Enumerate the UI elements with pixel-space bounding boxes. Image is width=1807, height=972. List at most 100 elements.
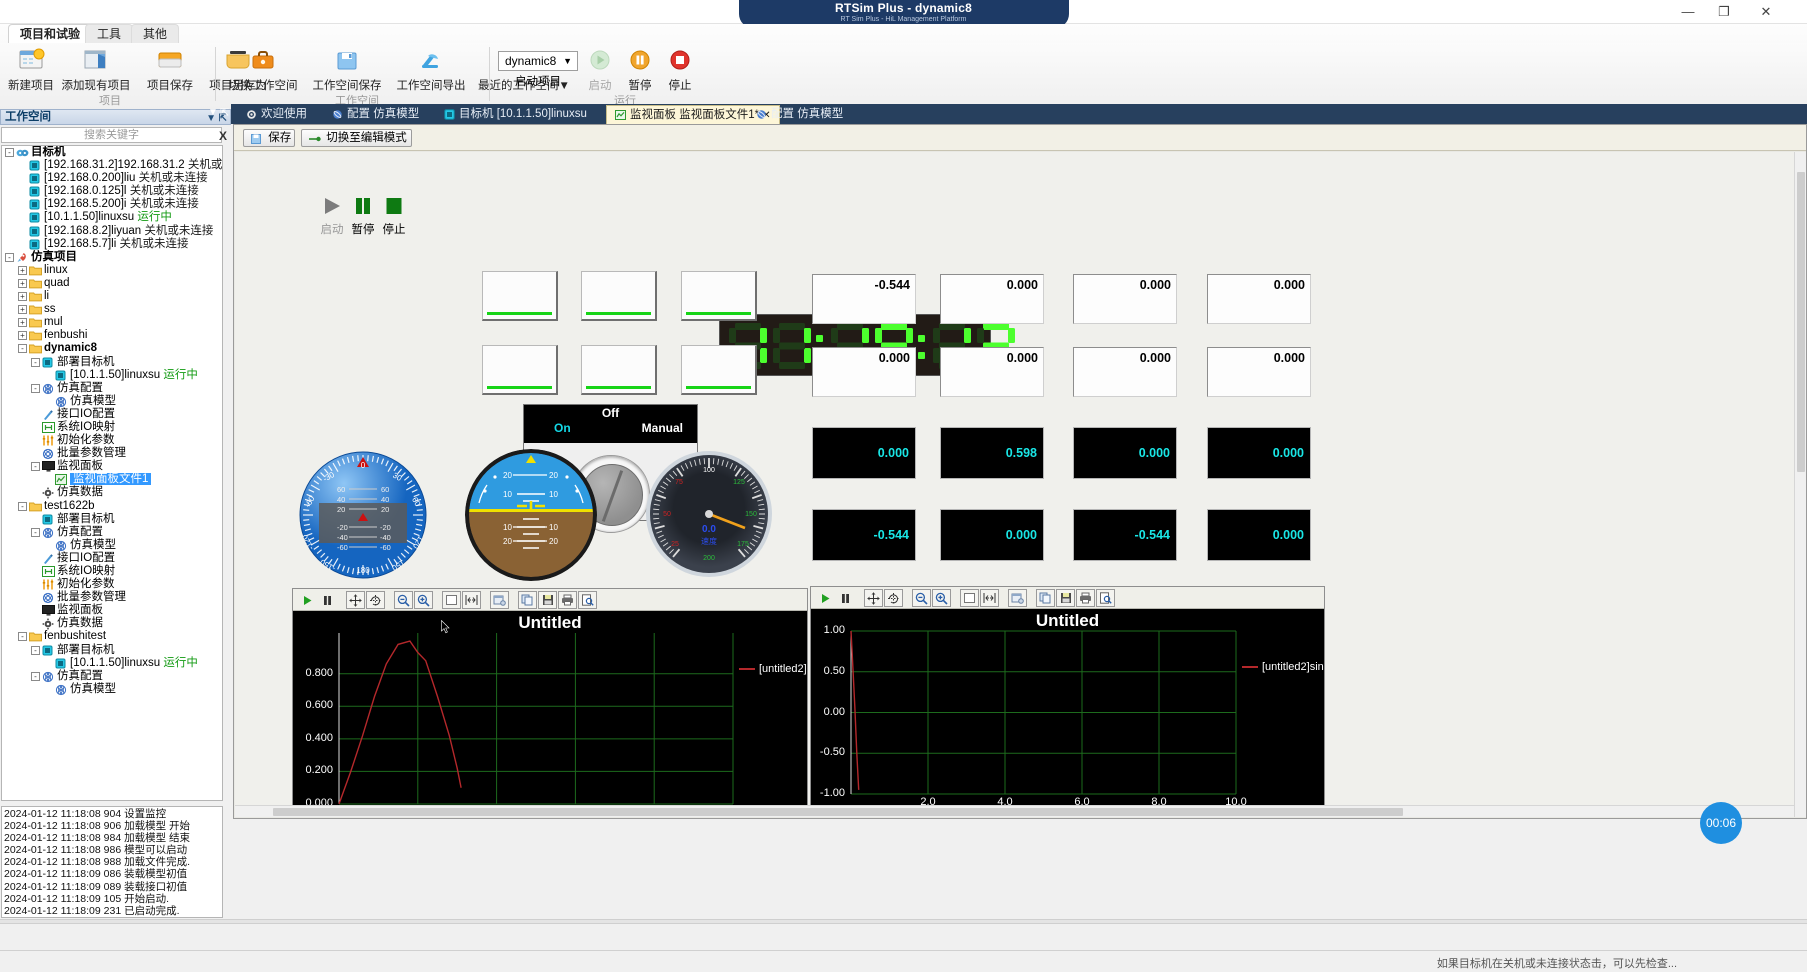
tree-item-linux[interactable]: +linux (2, 264, 222, 277)
panel-vscroll-thumb[interactable] (1797, 172, 1805, 472)
zoom-in-icon[interactable] (932, 589, 951, 607)
preview-icon[interactable] (578, 591, 597, 609)
tree-item-test1622b[interactable]: -test1622b (2, 500, 222, 513)
panel-start-button[interactable]: 启动 (317, 196, 347, 237)
minimize-button[interactable]: — (1671, 2, 1705, 22)
tree-expander[interactable]: + (18, 331, 27, 340)
search-input[interactable]: 搜索关键字 (1, 127, 222, 143)
panel-vscrollbar[interactable] (1794, 152, 1806, 817)
tree-item-[interactable]: 仿真模型 (2, 539, 222, 552)
ribbon-save-project[interactable]: 项目保存 (140, 45, 200, 93)
tree-item-[interactable]: 仿真数据 (2, 617, 222, 630)
tree-item-192.168.5.7li[interactable]: [192.168.5.7]li 关机或未连接 (2, 238, 222, 251)
tree-item-quad[interactable]: +quad (2, 277, 222, 290)
ribbon-switch-workspace[interactable]: 切换工作空间 (222, 45, 304, 93)
dock-pin-icon[interactable]: ⇱ (220, 106, 229, 119)
switch-to-edit-mode-button[interactable]: 切换至编辑模式 (301, 129, 412, 147)
dock-chevron-icon[interactable]: ▼ (208, 107, 218, 118)
select-rect-icon[interactable] (960, 589, 979, 607)
tree-item-[interactable]: 批量参数管理 (2, 447, 222, 460)
rotate-icon[interactable] (366, 591, 385, 609)
tree-expander[interactable]: - (18, 344, 27, 353)
tree-item-1[interactable]: 监视面板文件1 (2, 473, 222, 486)
canvas-hscrollbar[interactable] (235, 805, 1803, 817)
zoom-in-icon[interactable] (414, 591, 433, 609)
pause-icon[interactable] (318, 591, 337, 609)
select-rect-icon[interactable] (442, 591, 461, 609)
tree-item-io[interactable]: 接口IO配置 (2, 552, 222, 565)
tree-expander[interactable]: + (18, 292, 27, 301)
tree-item-192.168.0.125l[interactable]: [192.168.0.125]l 关机或未连接 (2, 185, 222, 198)
copy-icon[interactable] (518, 591, 537, 609)
fit-width-icon[interactable] (980, 589, 999, 607)
ribbon-tab-other[interactable]: 其他 (131, 24, 179, 43)
ribbon-add-existing-project[interactable]: 添加现有项目 (56, 45, 136, 93)
pause-icon[interactable] (836, 589, 855, 607)
tree-item-io[interactable]: 系统IO映射 (2, 421, 222, 434)
startup-project-combo[interactable]: dynamic8 ▼ (498, 51, 578, 71)
tree-expander[interactable]: - (31, 358, 40, 367)
tree-expander[interactable]: - (31, 672, 40, 681)
play-icon[interactable] (298, 591, 317, 609)
tree-item-10.1.1.50linuxsu[interactable]: [10.1.1.50]linuxsu 运行中 (2, 657, 222, 670)
tree-item-10.1.1.50linuxsu[interactable]: [10.1.1.50]linuxsu 运行中 (2, 211, 222, 224)
tree-item-[interactable]: 部署目标机 (2, 513, 222, 526)
document-tab-0[interactable]: 欢迎使用 (238, 105, 315, 124)
maximize-button[interactable]: ❐ (1707, 2, 1741, 22)
log-pane[interactable]: 2024-01-12 11:18:08 904 设置监控2024-01-12 1… (1, 806, 223, 918)
canvas-hscroll-thumb[interactable] (273, 808, 1403, 816)
tree-item-[interactable]: 批量参数管理 (2, 591, 222, 604)
tree-item-ss[interactable]: +ss (2, 303, 222, 316)
document-tab-2[interactable]: 目标机 [10.1.1.50]linuxsu (436, 105, 595, 124)
ribbon-run-pause[interactable]: 暂停 (621, 45, 659, 93)
tree-expander[interactable]: + (18, 305, 27, 314)
tree-item-fenbushi[interactable]: +fenbushi (2, 329, 222, 342)
save-button[interactable]: 保存 (243, 129, 295, 147)
tree-expander[interactable]: + (18, 279, 27, 288)
tree-item-[interactable]: -仿真配置 (2, 526, 222, 539)
workspace-tree[interactable]: -目标机[192.168.31.2]192.168.31.2 关机或未连接[19… (1, 145, 223, 801)
tree-item-192.168.5.200i[interactable]: [192.168.5.200]i 关机或未连接 (2, 198, 222, 211)
tree-item-fenbushitest[interactable]: -fenbushitest (2, 630, 222, 643)
tree-item-[interactable]: -部署目标机 (2, 356, 222, 369)
tree-item-io[interactable]: 系统IO映射 (2, 565, 222, 578)
tree-item-li[interactable]: +li (2, 290, 222, 303)
preview-icon[interactable] (1096, 589, 1115, 607)
tree-item-192.168.31.2192.168.31.2[interactable]: [192.168.31.2]192.168.31.2 关机或未连接 (2, 159, 222, 172)
tree-item-192.168.0.200liu[interactable]: [192.168.0.200]liu 关机或未连接 (2, 172, 222, 185)
tree-expander[interactable]: + (18, 318, 27, 327)
print-icon[interactable] (558, 591, 577, 609)
tree-item-[interactable]: 仿真模型 (2, 395, 222, 408)
close-button[interactable]: ✕ (1749, 2, 1783, 22)
zoom-out-icon[interactable] (394, 591, 413, 609)
close-icon[interactable]: X (219, 129, 227, 143)
pan-icon[interactable] (346, 591, 365, 609)
tree-expander[interactable]: - (31, 646, 40, 655)
tree-item-io[interactable]: 接口IO配置 (2, 408, 222, 421)
document-tab-1[interactable]: 配置 仿真模型 (324, 105, 427, 124)
panel-pause-button[interactable]: 暂停 (348, 196, 378, 237)
splitter-bar[interactable] (0, 919, 1807, 924)
properties-icon[interactable] (490, 591, 509, 609)
ribbon-tab-projects[interactable]: 项目和试验 (8, 24, 92, 43)
rotate-icon[interactable] (884, 589, 903, 607)
tree-item-10.1.1.50linuxsu[interactable]: [10.1.1.50]linuxsu 运行中 (2, 369, 222, 382)
tree-expander[interactable]: - (18, 502, 27, 511)
tree-item-[interactable]: 仿真模型 (2, 683, 222, 696)
ribbon-new-project[interactable]: 新建项目 (2, 45, 60, 93)
tree-item-[interactable]: 仿真数据 (2, 486, 222, 499)
tree-expander[interactable]: - (31, 384, 40, 393)
ribbon-save-workspace[interactable]: 工作空间保存 (306, 45, 388, 93)
save-icon[interactable] (1056, 589, 1075, 607)
tree-item-[interactable]: -仿真配置 (2, 382, 222, 395)
copy-icon[interactable] (1036, 589, 1055, 607)
fit-width-icon[interactable] (462, 591, 481, 609)
document-tab-4[interactable]: 配置 仿真模型 (748, 105, 851, 124)
ribbon-run-start[interactable]: 启动 (581, 45, 619, 93)
save-icon[interactable] (538, 591, 557, 609)
pan-icon[interactable] (864, 589, 883, 607)
tree-item-[interactable]: -仿真项目 (2, 251, 222, 264)
tree-item-[interactable]: -目标机 (2, 146, 222, 159)
properties-icon[interactable] (1008, 589, 1027, 607)
zoom-out-icon[interactable] (912, 589, 931, 607)
